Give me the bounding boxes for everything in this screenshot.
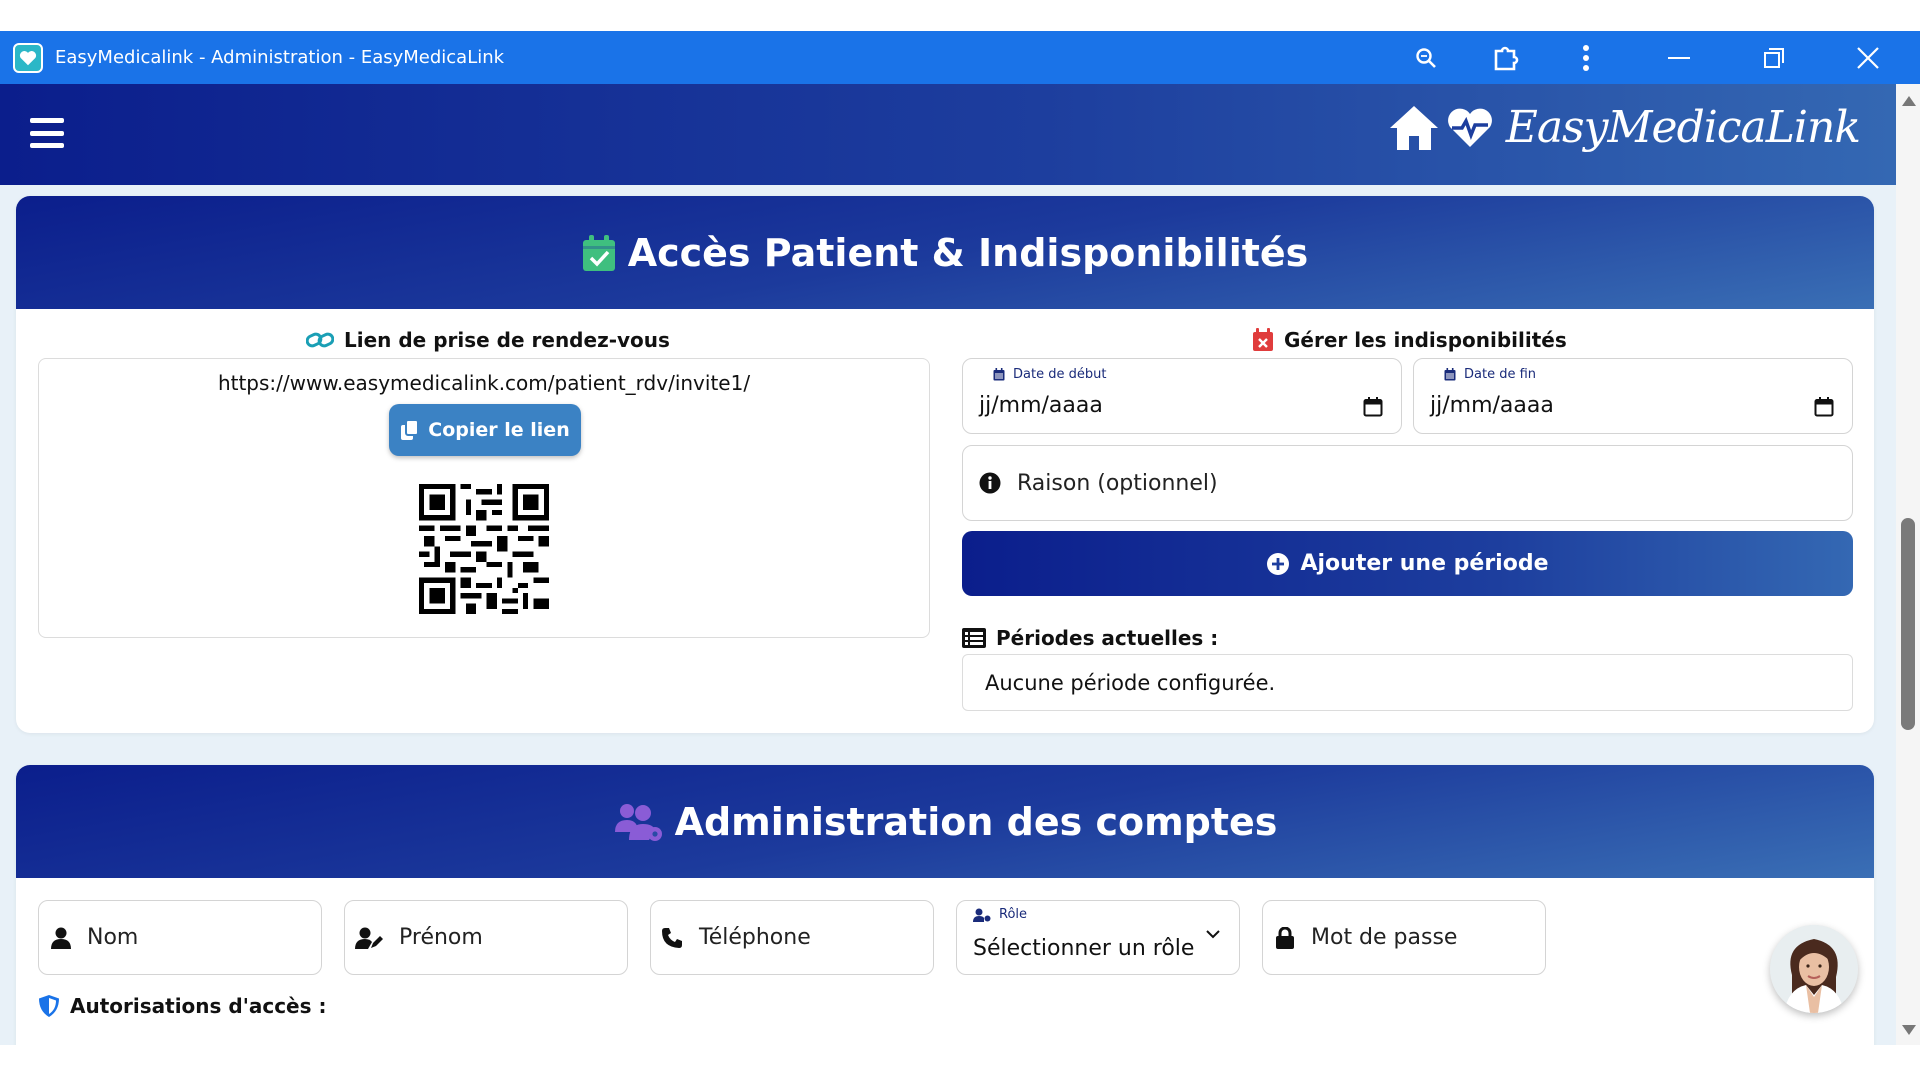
date-picker-icon[interactable] (1363, 397, 1383, 417)
accounts-header: Administration des comptes (16, 765, 1874, 878)
link-box: https://www.easymedicalink.com/patient_r… (38, 358, 930, 638)
app-header: EasyMedicaLink (0, 84, 1896, 185)
current-periods-box: Aucune période configurée. (962, 654, 1853, 711)
first-name-placeholder: Prénom (399, 925, 483, 950)
page-scrollbar[interactable] (1896, 84, 1920, 1045)
scroll-thumb[interactable] (1901, 518, 1915, 730)
accounts-title: Administration des comptes (674, 799, 1278, 844)
chevron-down-icon (1206, 930, 1220, 939)
end-date-field[interactable]: Date de fin jj/mm/aaaa (1413, 358, 1853, 434)
user-icon (51, 927, 71, 949)
calendar-x-icon (1253, 328, 1273, 351)
app-logo-icon (13, 42, 43, 73)
start-date-label-wrap: Date de début (993, 367, 1106, 382)
add-period-label: Ajouter une période (1300, 551, 1549, 576)
role-label: Rôle (999, 907, 1028, 922)
role-label-wrap: Rôle (973, 907, 1027, 922)
top-edge (0, 0, 1920, 31)
window-title: EasyMedicalink - Administration - EasyMe… (55, 47, 505, 68)
patient-access-title: Accès Patient & Indisponibilités (627, 230, 1309, 275)
patient-access-card: Accès Patient & Indisponibilités Lien de… (16, 196, 1874, 733)
home-icon[interactable] (1388, 104, 1440, 152)
assistant-avatar[interactable] (1770, 925, 1858, 1013)
last-name-inline: Nom (51, 901, 138, 974)
last-name-placeholder: Nom (87, 925, 139, 950)
scroll-down-arrow[interactable] (1902, 1025, 1916, 1035)
scroll-up-arrow[interactable] (1902, 96, 1916, 106)
unavailability-heading: Gérer les indisponibilités (1252, 328, 1567, 352)
copy-link-button[interactable]: Copier le lien (389, 404, 581, 456)
heart-pulse-icon (1447, 108, 1492, 147)
hamburger-icon[interactable] (30, 118, 64, 148)
doctor-avatar-icon (1770, 925, 1858, 1013)
add-period-button[interactable]: Ajouter une période (962, 531, 1853, 596)
list-icon (962, 628, 986, 648)
first-name-inline: Prénom (355, 901, 483, 974)
start-date-field[interactable]: Date de début jj/mm/aaaa (962, 358, 1402, 434)
lock-icon (1276, 926, 1294, 949)
start-date-value: jj/mm/aaaa (979, 393, 1103, 418)
user-tag-icon (973, 908, 991, 922)
close-icon[interactable] (1816, 31, 1920, 84)
qr-code (419, 484, 549, 614)
last-name-field[interactable]: Nom (38, 900, 322, 975)
brand: EasyMedicaLink (1388, 102, 1861, 153)
link-icon (306, 332, 334, 348)
end-date-value: jj/mm/aaaa (1430, 393, 1554, 418)
appointment-link-heading: Lien de prise de rendez-vous (306, 328, 670, 352)
more-vert-icon[interactable] (1546, 31, 1626, 84)
window-titlebar: EasyMedicalink - Administration - EasyMe… (0, 31, 1920, 84)
minimize-icon[interactable] (1626, 31, 1732, 84)
patient-access-header: Accès Patient & Indisponibilités (16, 196, 1874, 309)
restore-icon[interactable] (1732, 31, 1816, 84)
start-date-label: Date de début (1013, 367, 1107, 382)
appointment-link-url[interactable]: https://www.easymedicalink.com/patient_r… (39, 371, 929, 395)
calendar-small-icon (1444, 368, 1456, 381)
first-name-field[interactable]: Prénom (344, 900, 628, 975)
shield-icon (39, 995, 59, 1017)
role-value: Sélectionner un rôle (973, 936, 1195, 961)
calendar-check-icon (582, 234, 615, 271)
plus-circle-icon (1267, 552, 1290, 575)
end-date-label-wrap: Date de fin (1444, 367, 1536, 382)
phone-icon (662, 927, 682, 948)
reason-inline: Raison (optionnel) (979, 446, 1218, 520)
password-inline: Mot de passe (1275, 901, 1457, 974)
no-periods-text: Aucune période configurée. (985, 670, 1276, 695)
permissions-label: Autorisations d'accès : (70, 994, 327, 1018)
accounts-card: Administration des comptes Nom Prénom Té… (16, 765, 1874, 1045)
password-placeholder: Mot de passe (1311, 925, 1458, 950)
phone-inline: Téléphone (661, 901, 811, 974)
brand-name: EasyMedicaLink (1505, 102, 1861, 153)
extension-icon[interactable] (1466, 31, 1546, 84)
current-periods-label: Périodes actuelles : (996, 626, 1219, 650)
role-select[interactable]: Rôle Sélectionner un rôle (956, 900, 1240, 975)
users-cog-icon (614, 803, 662, 841)
password-field[interactable]: Mot de passe (1262, 900, 1546, 975)
search-icon[interactable] (1386, 31, 1466, 84)
phone-placeholder: Téléphone (699, 925, 811, 950)
copy-icon (401, 419, 420, 440)
main-content: Accès Patient & Indisponibilités Lien de… (0, 185, 1896, 1045)
permissions-heading: Autorisations d'accès : (38, 994, 326, 1018)
current-periods-heading: Périodes actuelles : (962, 626, 1218, 650)
phone-field[interactable]: Téléphone (650, 900, 934, 975)
calendar-small-icon (993, 368, 1005, 381)
unavailability-label: Gérer les indisponibilités (1284, 328, 1567, 352)
bottom-edge (0, 1045, 1920, 1080)
reason-field[interactable]: Raison (optionnel) (962, 445, 1853, 521)
reason-placeholder: Raison (optionnel) (1017, 470, 1218, 496)
appointment-link-label: Lien de prise de rendez-vous (344, 328, 670, 352)
end-date-label: Date de fin (1464, 367, 1537, 382)
copy-link-label: Copier le lien (428, 419, 570, 441)
user-edit-icon (355, 927, 383, 949)
date-picker-icon[interactable] (1814, 397, 1834, 417)
info-icon (979, 472, 1001, 494)
